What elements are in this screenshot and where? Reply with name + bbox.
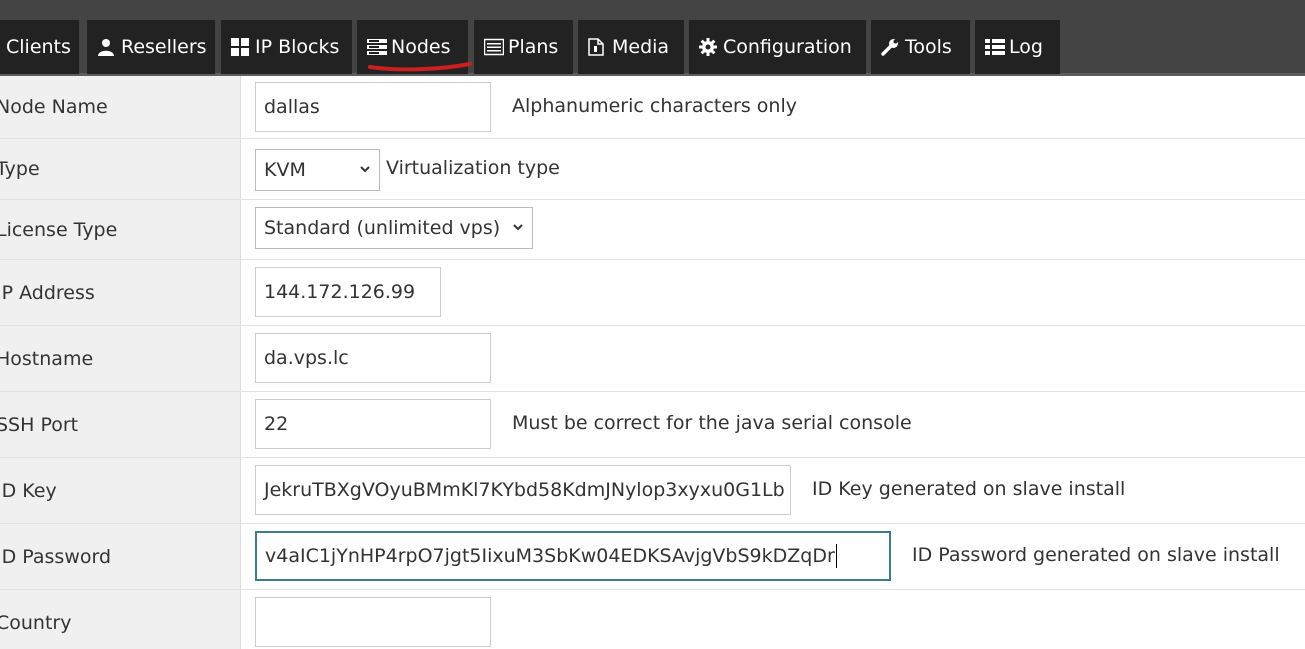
- node-name-input[interactable]: dallas: [255, 82, 491, 132]
- ip-address-input[interactable]: 144.172.126.99: [255, 267, 441, 317]
- type-hint: Virtualization type: [386, 157, 560, 179]
- chevron-down-icon: [360, 166, 370, 173]
- tab-label: Log: [1009, 36, 1043, 58]
- label-ip-address: IP Address: [0, 260, 241, 325]
- wrench-icon: [881, 38, 899, 56]
- row-id-password: ID Password v4aIC1jYnHP4rpO7jgt5IixuM3Sb…: [0, 524, 1305, 590]
- id-key-input[interactable]: JekruTBXgVOyuBMmKl7KYbd58KdmJNylop3xyxu0…: [255, 465, 791, 515]
- label-ssh-port: SSH Port: [0, 392, 241, 457]
- label-country: Country: [0, 590, 241, 649]
- row-node-name: Node Name dallas Alphanumeric characters…: [0, 76, 1305, 139]
- server-icon: [367, 38, 387, 56]
- list-alt-icon: [483, 38, 505, 56]
- label-type: Type: [0, 139, 241, 199]
- hostname-input[interactable]: da.vps.lc: [255, 333, 491, 383]
- top-nav-bar: Clients Resellers IP Blocks Nodes Plans …: [0, 0, 1305, 76]
- row-license-type: License Type Standard (unlimited vps): [0, 200, 1305, 260]
- row-country: Country: [0, 590, 1305, 649]
- license-type-select[interactable]: Standard (unlimited vps): [255, 207, 533, 249]
- label-node-name: Node Name: [0, 76, 241, 138]
- tab-configuration[interactable]: Configuration: [689, 20, 866, 74]
- tab-label: IP Blocks: [255, 36, 340, 58]
- country-input[interactable]: [255, 597, 491, 647]
- ssh-port-input[interactable]: 22: [255, 399, 491, 449]
- chevron-down-icon: [513, 224, 523, 231]
- tab-log[interactable]: Log: [975, 20, 1060, 74]
- id-key-hint: ID Key generated on slave install: [812, 478, 1126, 500]
- ssh-port-hint: Must be correct for the java serial cons…: [512, 412, 912, 434]
- text-caret: [835, 544, 837, 568]
- tab-label: Clients: [6, 36, 71, 58]
- label-hostname: Hostname: [0, 326, 241, 391]
- file-icon: [588, 38, 606, 56]
- type-select[interactable]: KVM: [255, 149, 380, 191]
- label-id-key: ID Key: [0, 458, 241, 523]
- tab-label: Resellers: [121, 36, 207, 58]
- label-license-type: License Type: [0, 200, 241, 259]
- id-password-hint: ID Password generated on slave install: [912, 544, 1280, 566]
- row-hostname: Hostname da.vps.lc: [0, 326, 1305, 392]
- user-icon: [97, 38, 115, 56]
- tab-label: Media: [612, 36, 670, 58]
- tab-label: Plans: [508, 36, 559, 58]
- row-ip-address: IP Address 144.172.126.99: [0, 260, 1305, 326]
- tab-label: Nodes: [391, 36, 451, 58]
- node-name-hint: Alphanumeric characters only: [512, 95, 797, 117]
- row-id-key: ID Key JekruTBXgVOyuBMmKl7KYbd58KdmJNylo…: [0, 458, 1305, 524]
- row-type: Type KVM Virtualization type: [0, 139, 1305, 200]
- row-ssh-port: SSH Port 22 Must be correct for the java…: [0, 392, 1305, 458]
- tab-media[interactable]: Media: [578, 20, 684, 74]
- gear-icon: [699, 38, 717, 56]
- id-password-input[interactable]: v4aIC1jYnHP4rpO7jgt5IixuM3SbKw04EDKSAvjg…: [255, 531, 891, 581]
- tab-label: Tools: [905, 36, 952, 58]
- grid-icon: [231, 38, 249, 56]
- tab-label: Configuration: [723, 36, 852, 58]
- tab-ip-blocks[interactable]: IP Blocks: [221, 20, 352, 74]
- list-icon: [985, 38, 1005, 56]
- red-underline-annotation: [368, 62, 472, 72]
- tab-clients[interactable]: Clients: [0, 20, 79, 74]
- tab-plans[interactable]: Plans: [474, 20, 573, 74]
- tab-tools[interactable]: Tools: [871, 20, 970, 74]
- label-id-password: ID Password: [0, 524, 241, 589]
- tab-resellers[interactable]: Resellers: [87, 20, 215, 74]
